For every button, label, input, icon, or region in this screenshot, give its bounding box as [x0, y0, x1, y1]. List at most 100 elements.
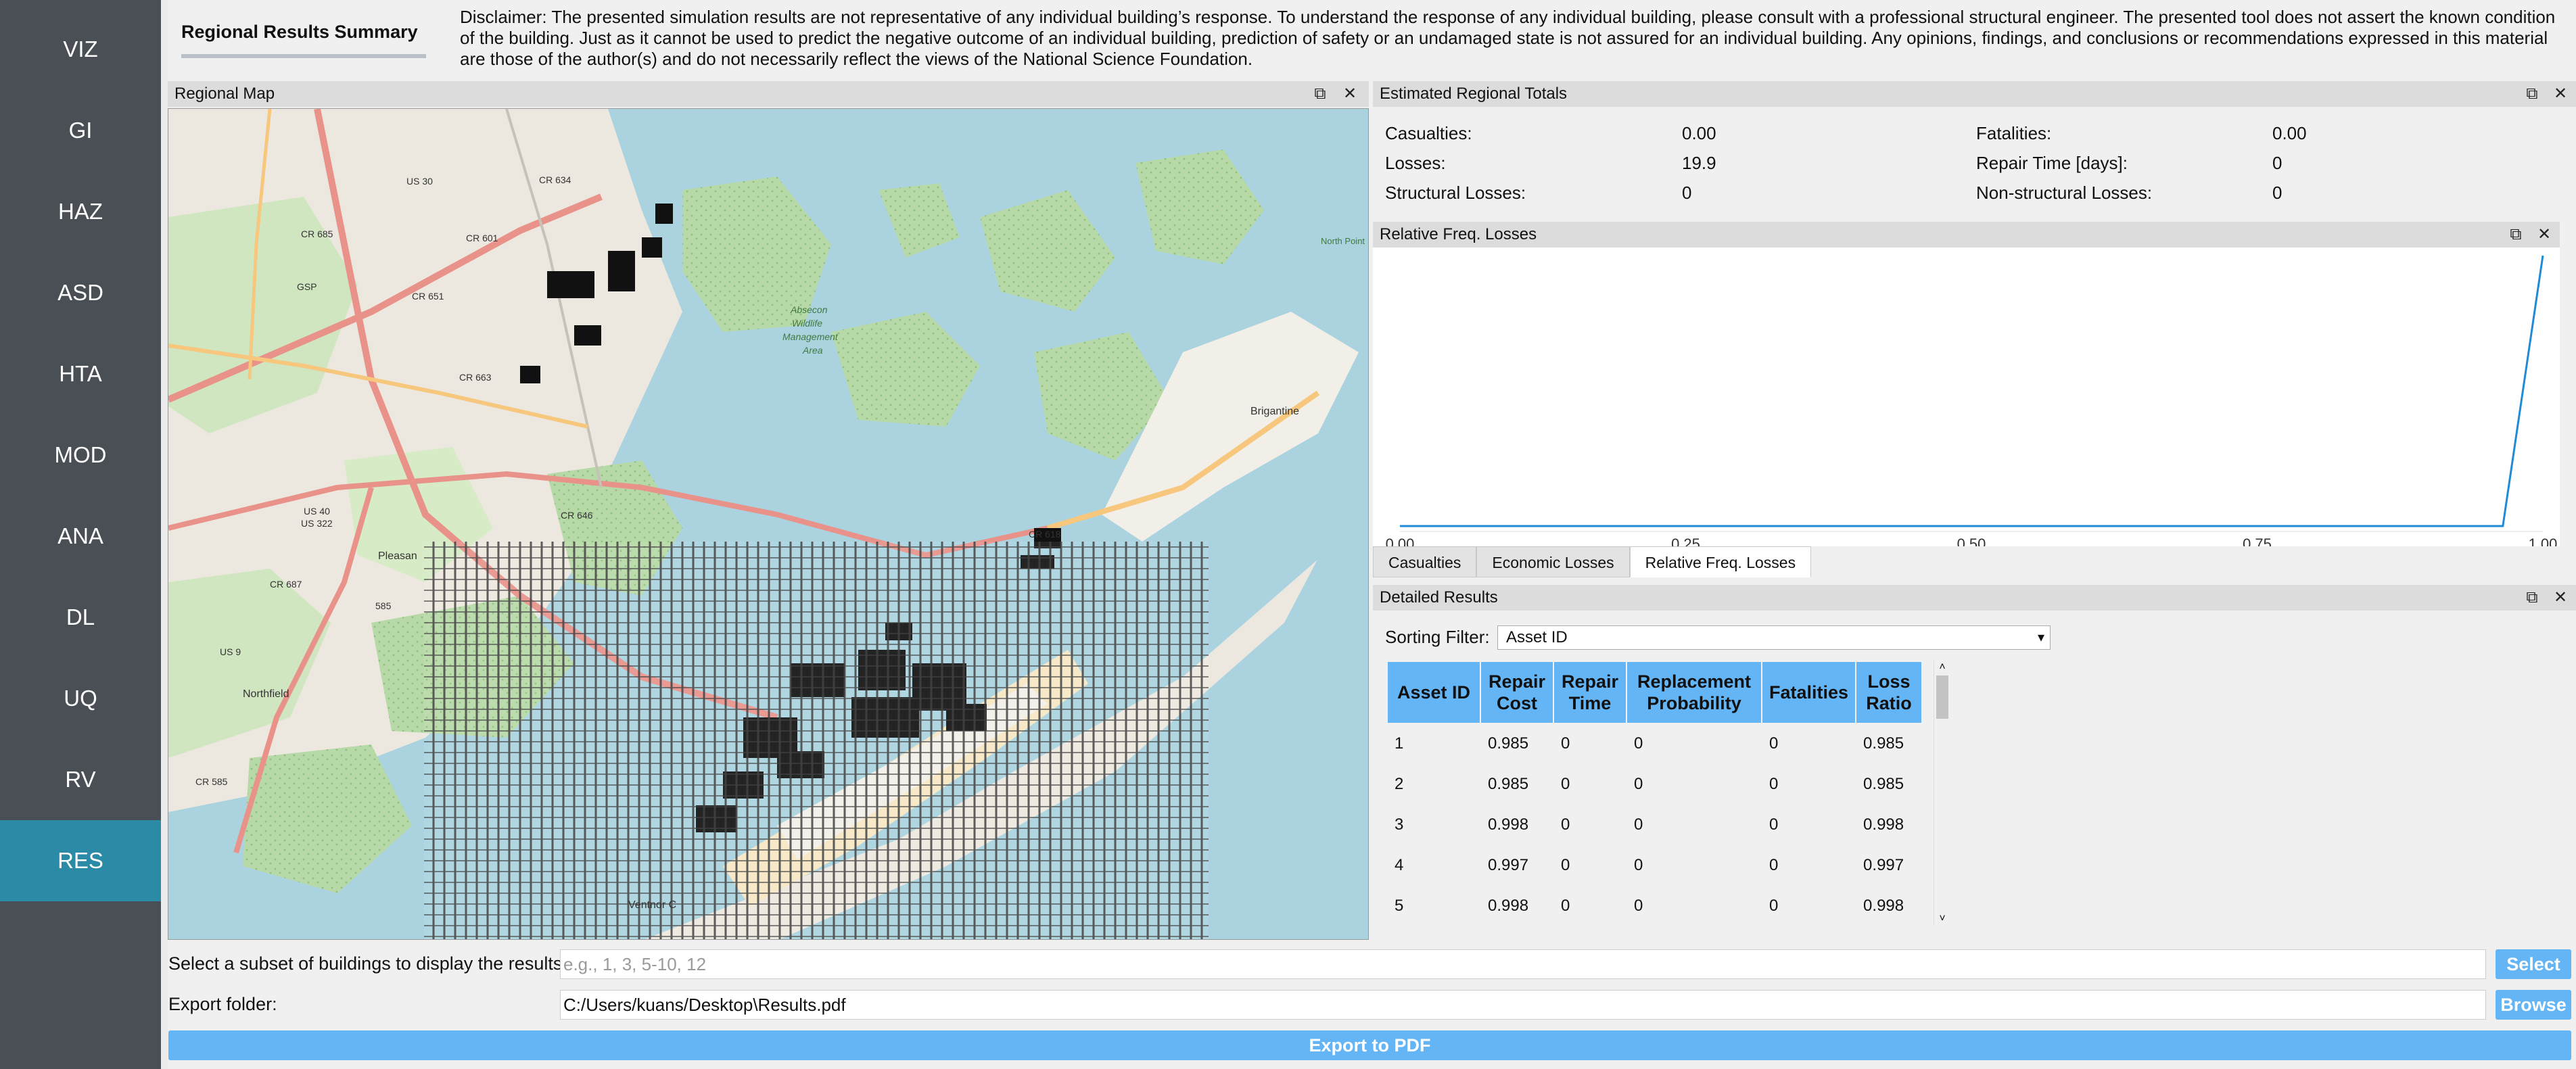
- sidebar-item-label: ASD: [57, 280, 103, 305]
- table-cell: 0.998: [1856, 886, 1922, 926]
- sidebar-item-label: HAZ: [58, 199, 103, 224]
- structural-losses-label: Structural Losses:: [1385, 183, 1526, 203]
- tab-economic-losses[interactable]: Economic Losses: [1476, 546, 1630, 577]
- column-header[interactable]: Replacement Probability: [1627, 662, 1761, 723]
- map-canvas[interactable]: US 30 CR 634 CR 685 CR 601 GSP CR 651 CR…: [168, 108, 1369, 940]
- sorting-filter-select[interactable]: Asset ID ▾: [1497, 625, 2051, 650]
- close-icon[interactable]: ✕: [2535, 225, 2554, 244]
- panel-title: Estimated Regional Totals: [1380, 85, 1568, 103]
- close-icon[interactable]: ✕: [2551, 588, 2570, 607]
- scrollbar-thumb[interactable]: [1936, 675, 1948, 719]
- map-label: CR 663: [459, 372, 492, 383]
- fatalities-value: 0.00: [2272, 123, 2307, 143]
- scroll-up-icon[interactable]: ˄: [1934, 661, 1950, 674]
- export-pdf-button[interactable]: Export to PDF: [168, 1030, 2571, 1060]
- column-header[interactable]: Fatalities: [1762, 662, 1856, 723]
- loss-chart: 0.00 0.25 0.50 0.75 1.00: [1386, 255, 2558, 546]
- sidebar-item-haz[interactable]: HAZ: [0, 171, 161, 252]
- table-cell: 0: [1762, 765, 1856, 804]
- sidebar-item-label: HTA: [59, 361, 102, 386]
- table-row[interactable]: 5 0.998 0 0 0 0.998: [1388, 886, 1922, 926]
- x-tick-label: 1.00: [2529, 536, 2558, 546]
- sidebar-item-label: RV: [65, 767, 96, 792]
- column-header[interactable]: Loss Ratio: [1856, 662, 1922, 723]
- disclaimer-text: Disclaimer: The presented simulation res…: [460, 7, 2556, 69]
- map-graphic[interactable]: US 30 CR 634 CR 685 CR 601 GSP CR 651 CR…: [168, 109, 1369, 940]
- table-cell: 0: [1762, 846, 1856, 885]
- subset-input[interactable]: [560, 949, 2486, 979]
- sidebar-item-viz[interactable]: VIZ: [0, 9, 161, 90]
- table-cell: 0: [1627, 724, 1761, 763]
- table-cell: 0: [1554, 724, 1626, 763]
- float-icon[interactable]: ⧉: [2523, 85, 2542, 103]
- sidebar-item-label: VIZ: [63, 37, 98, 62]
- repair-time-label: Repair Time [days]:: [1976, 153, 2128, 173]
- sidebar-item-ana[interactable]: ANA: [0, 496, 161, 577]
- table-cell: 0: [1627, 765, 1761, 804]
- panel-title-bar: Relative Freq. Losses ⧉ ✕: [1373, 222, 2560, 247]
- sidebar-divider: [161, 0, 168, 1069]
- column-header[interactable]: Repair Cost: [1481, 662, 1553, 723]
- table-cell: 5: [1388, 886, 1480, 926]
- export-folder-field[interactable]: C:/Users/kuans/Desktop\Results.pdf: [560, 990, 2486, 1020]
- map-label: 585: [375, 600, 392, 611]
- sidebar-item-mod[interactable]: MOD: [0, 414, 161, 496]
- panel-title-bar: Detailed Results ⧉ ✕: [1373, 585, 2576, 611]
- table-cell: 0: [1762, 805, 1856, 845]
- tab-relative-freq-losses[interactable]: Relative Freq. Losses: [1629, 546, 1812, 577]
- tab-casualties[interactable]: Casualties: [1373, 546, 1477, 577]
- map-label: CR 601: [466, 233, 498, 243]
- table-cell: 0.998: [1481, 805, 1553, 845]
- float-icon[interactable]: ⧉: [1311, 85, 1330, 103]
- float-icon[interactable]: ⧉: [2506, 225, 2525, 244]
- table-cell: 1: [1388, 724, 1480, 763]
- map-label: CR 585: [195, 776, 228, 787]
- map-label: US 9: [220, 646, 241, 657]
- table-cell: 3: [1388, 805, 1480, 845]
- close-icon[interactable]: ✕: [1340, 85, 1359, 103]
- table-cell: 0.985: [1481, 765, 1553, 804]
- browse-button[interactable]: Browse: [2496, 990, 2571, 1020]
- sidebar-item-hta[interactable]: HTA: [0, 333, 161, 414]
- table-row[interactable]: 3 0.998 0 0 0 0.998: [1388, 805, 1922, 845]
- map-label: Management: [782, 331, 839, 342]
- map-label: CR 651: [412, 291, 444, 302]
- sidebar-item-dl[interactable]: DL: [0, 577, 161, 658]
- sorting-filter-label: Sorting Filter:: [1385, 627, 1490, 647]
- regional-totals-panel: Estimated Regional Totals ⧉ ✕ Casualties…: [1373, 81, 2576, 216]
- sidebar-item-rv[interactable]: RV: [0, 739, 161, 820]
- table-row[interactable]: 4 0.997 0 0 0 0.997: [1388, 846, 1922, 885]
- table-row[interactable]: 1 0.985 0 0 0 0.985: [1388, 724, 1922, 763]
- table-scrollbar[interactable]: ˄ ˅: [1934, 661, 1950, 926]
- map-label: US 30: [406, 176, 433, 187]
- sidebar-item-res[interactable]: RES: [0, 820, 161, 901]
- sidebar-item-label: DL: [66, 604, 95, 629]
- table-cell: 0: [1627, 846, 1761, 885]
- sidebar-item-asd[interactable]: ASD: [0, 252, 161, 333]
- map-label: Northfield: [243, 688, 289, 700]
- sidebar-item-gi[interactable]: GI: [0, 90, 161, 171]
- nonstructural-losses-label: Non-structural Losses:: [1976, 183, 2153, 203]
- panel-title: Relative Freq. Losses: [1380, 225, 1537, 243]
- column-header[interactable]: Repair Time: [1554, 662, 1626, 723]
- table-cell: 4: [1388, 846, 1480, 885]
- column-header[interactable]: Asset ID: [1388, 662, 1480, 723]
- title-underline: [181, 54, 426, 58]
- map-label: CR 634: [539, 174, 571, 185]
- losses-label: Losses:: [1385, 153, 1446, 173]
- table-row[interactable]: 2 0.985 0 0 0 0.985: [1388, 765, 1922, 804]
- select-button[interactable]: Select: [2496, 949, 2571, 979]
- sidebar-item-uq[interactable]: UQ: [0, 658, 161, 739]
- map-label: GSP: [297, 281, 317, 292]
- sidebar-item-label: ANA: [57, 523, 103, 548]
- table-cell: 0: [1554, 765, 1626, 804]
- table-cell: 0: [1554, 805, 1626, 845]
- sidebar: VIZ GI HAZ ASD HTA MOD ANA DL UQ RV RES: [0, 0, 161, 1069]
- chevron-down-icon: ▾: [2037, 630, 2044, 645]
- x-tick-label: 0.75: [2243, 536, 2272, 546]
- close-icon[interactable]: ✕: [2551, 85, 2570, 103]
- repair-time-value: 0: [2272, 153, 2282, 173]
- float-icon[interactable]: ⧉: [2523, 588, 2542, 607]
- scroll-down-icon[interactable]: ˅: [1934, 912, 1950, 926]
- panel-title-bar: Regional Map ⧉ ✕: [168, 81, 1369, 107]
